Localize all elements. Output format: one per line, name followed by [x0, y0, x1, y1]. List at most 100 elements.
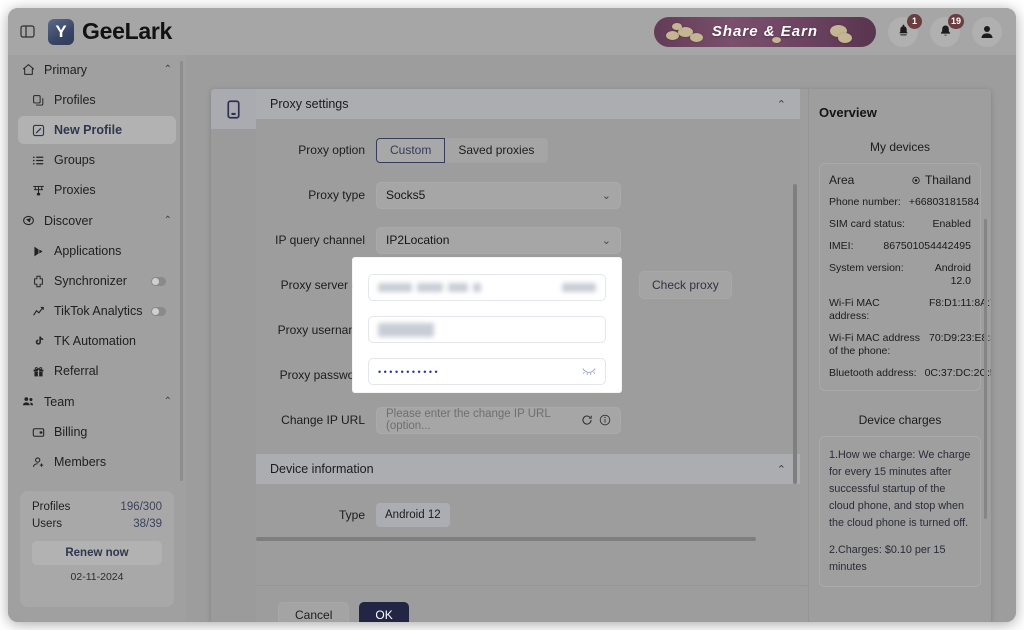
overview-key: Wi-Fi MAC address:	[829, 297, 880, 322]
renew-now-button[interactable]: Renew now	[32, 541, 162, 565]
rail-tab-phone[interactable]	[211, 89, 256, 129]
overview-key: SIM card status:	[829, 218, 905, 230]
compass-icon	[23, 215, 34, 226]
panel-collapse-icon[interactable]	[18, 23, 36, 41]
proxy-option-custom[interactable]: Custom	[376, 137, 446, 163]
notifications-badge: 19	[947, 13, 964, 29]
ip-query-channel-label: IP query channel	[275, 233, 365, 247]
proxy-type-value: Socks5	[386, 188, 426, 202]
header-actions: Share & Earn 1 19	[654, 13, 1016, 47]
overview-row-wifi-mac-phone: Wi-Fi MAC address of the phone: 70:D9:23…	[829, 332, 991, 358]
sidebar-item-label: Applications	[54, 244, 122, 258]
team-people-icon	[22, 397, 34, 406]
overview-scrollbar[interactable]	[984, 219, 987, 519]
sidebar-item-applications[interactable]: Applications	[18, 237, 176, 265]
device-information-title: Device information	[270, 462, 374, 476]
sidebar-item-label: Groups	[54, 153, 95, 167]
proxy-option-label: Proxy option	[298, 143, 365, 157]
proxy-password-input-highlight[interactable]: •••••••••••	[368, 358, 606, 385]
proxy-settings-title: Proxy settings	[270, 97, 349, 111]
proxy-username-input-highlight[interactable]	[368, 316, 606, 343]
sidebar-item-billing[interactable]: Billing	[18, 418, 176, 446]
sidebar-item-members[interactable]: Members	[18, 448, 176, 476]
sidebar-group-team[interactable]: Team ⌃	[8, 387, 186, 416]
overview-key: Area	[829, 173, 855, 187]
plan-users-value: 38/39	[133, 518, 162, 530]
proxy-server-input-highlight[interactable]	[368, 274, 606, 301]
applications-icon	[34, 246, 43, 256]
ip-query-channel-select[interactable]: IP2Location ⌄	[376, 226, 621, 254]
location-pin-icon	[912, 176, 920, 184]
app-window: Y GeeLark Share & Earn 1 19 Primary ⌃ Pr…	[8, 8, 1016, 622]
device-information-header[interactable]: Device information ⌃	[256, 454, 800, 484]
sidebar-item-synchronizer[interactable]: Synchronizer	[18, 267, 176, 295]
brand-logo[interactable]: Y GeeLark	[48, 18, 172, 45]
chart-line-icon	[33, 306, 44, 315]
eye-off-icon[interactable]	[582, 363, 596, 381]
ok-button[interactable]: OK	[359, 602, 409, 622]
sidebar-item-referral[interactable]: Referral	[18, 357, 176, 385]
chevron-up-icon[interactable]: ⌃	[777, 463, 786, 476]
overview-row-imei: IMEI: 867501054442495	[829, 240, 971, 253]
overview-key: IMEI:	[829, 240, 854, 252]
sidebar-item-toggle[interactable]	[151, 276, 166, 286]
home-icon	[22, 64, 35, 75]
cancel-button[interactable]: Cancel	[278, 602, 350, 622]
sidebar-item-tiktok-analytics[interactable]: TikTok Analytics	[18, 297, 176, 325]
sidebar-group-label: Discover	[44, 213, 93, 228]
ip-query-channel-value: IP2Location	[386, 233, 450, 247]
chevron-up-icon: ⌃	[163, 215, 172, 226]
app-header: Y GeeLark Share & Earn 1 19	[8, 8, 1016, 56]
sidebar-item-new-profile[interactable]: New Profile	[18, 116, 176, 144]
account-avatar-button[interactable]	[972, 16, 1002, 47]
proxy-type-select[interactable]: Socks5 ⌄	[376, 181, 621, 209]
overview-key: Phone number:	[829, 196, 901, 208]
sidebar-item-toggle[interactable]	[151, 306, 166, 316]
change-ip-url-label: Change IP URL	[281, 413, 365, 427]
form-horizontal-scrollbar[interactable]	[256, 537, 800, 543]
device-type-label: Type	[338, 508, 365, 522]
sidebar-item-tk-automation[interactable]: TK Automation	[18, 327, 176, 355]
overview-row-area: Area Thailand	[829, 174, 971, 187]
announcement-button[interactable]: 1	[888, 13, 922, 47]
chevron-up-icon[interactable]: ⌃	[777, 98, 786, 111]
sidebar-item-label: Billing	[54, 425, 88, 439]
sidebar-group-label: Primary	[44, 62, 88, 77]
notifications-button[interactable]: 19	[930, 13, 964, 47]
chevron-down-icon: ⌄	[601, 189, 611, 202]
gift-icon	[33, 366, 44, 376]
plan-expiry-date: 02-11-2024	[70, 571, 124, 583]
proxy-option-row: Proxy option Custom Saved proxies	[256, 136, 800, 164]
sidebar-item-groups[interactable]: Groups	[18, 146, 176, 174]
plan-users-label: Users	[32, 518, 63, 530]
profiles-icon	[33, 94, 44, 106]
change-ip-url-placeholder: Please enter the change IP URL (option..…	[386, 408, 551, 432]
change-ip-url-input[interactable]: Please enter the change IP URL (option..…	[376, 406, 621, 434]
device-type-chip[interactable]: Android 12	[376, 503, 450, 527]
list-icon	[32, 155, 44, 165]
plan-profiles-value: 196/300	[120, 501, 162, 513]
overview-row-sim: SIM card status: Enabled	[829, 218, 971, 231]
device-charges-paragraph-2: 2.Charges: $0.10 per 15 minutes	[829, 544, 946, 573]
check-proxy-button[interactable]: Check proxy	[639, 271, 732, 299]
proxy-settings-header[interactable]: Proxy settings ⌃	[256, 89, 800, 119]
plan-row-profiles: Profiles 196/300	[32, 499, 162, 516]
sidebar-item-label: TK Automation	[54, 334, 136, 348]
sidebar-item-proxies[interactable]: Proxies	[18, 176, 176, 204]
sidebar-group-primary[interactable]: Primary ⌃	[8, 55, 186, 84]
synchronizer-icon	[34, 275, 43, 287]
sidebar-scrollbar[interactable]	[180, 61, 183, 481]
logo-glyph: Y	[55, 22, 67, 41]
billing-card-icon	[32, 427, 45, 437]
chevron-up-icon: ⌃	[163, 64, 172, 75]
plan-summary-card: Profiles 196/300 Users 38/39 Renew now 0…	[20, 491, 174, 607]
share-and-earn-banner[interactable]: Share & Earn	[654, 16, 876, 47]
highlighted-credentials-region: •••••••••••	[353, 258, 621, 392]
proxy-option-segmented: Custom Saved proxies	[376, 137, 549, 163]
overview-value: Android 12.0	[934, 262, 971, 287]
sidebar-item-profiles[interactable]: Profiles	[18, 86, 176, 114]
sidebar-group-discover[interactable]: Discover ⌃	[8, 206, 186, 235]
share-earn-label: Share & Earn	[711, 23, 819, 40]
proxy-option-saved-proxies[interactable]: Saved proxies	[445, 137, 549, 163]
form-vertical-scrollbar[interactable]	[793, 184, 797, 484]
